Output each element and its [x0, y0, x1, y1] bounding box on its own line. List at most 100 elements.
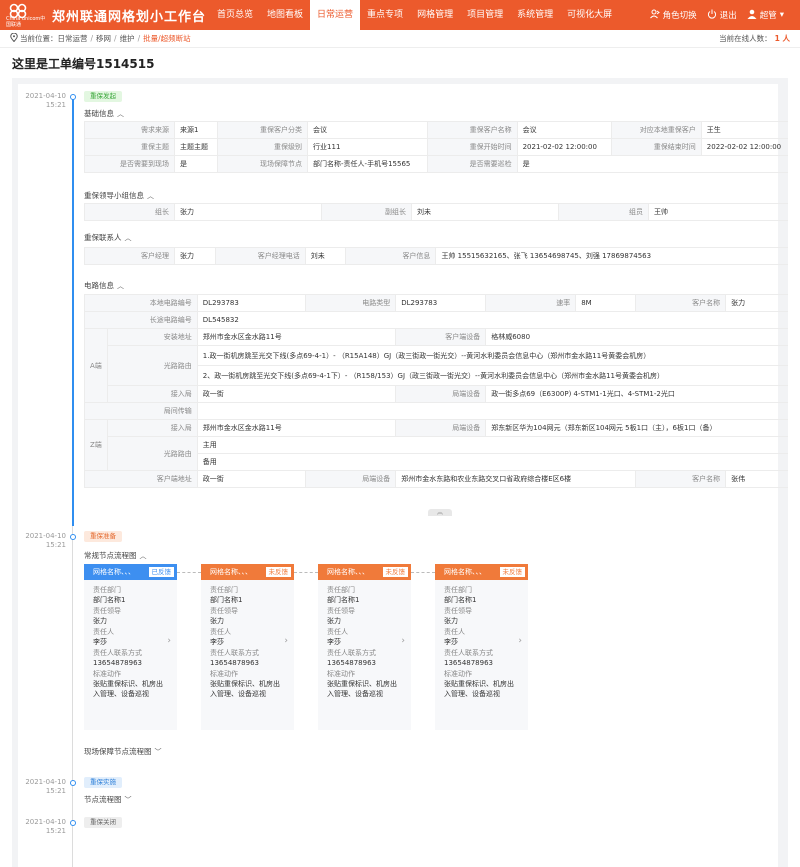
field-label: 客户经理电话 — [214, 247, 306, 265]
field-value: 张力 — [327, 617, 341, 625]
user-menu[interactable]: 超管 ▾ — [747, 9, 784, 22]
field-label: 重保客户名称 — [426, 121, 518, 139]
section-toggle-leader[interactable]: 重保领导小组信息 ︿ — [84, 190, 154, 201]
field-value: 刘未 — [304, 247, 347, 265]
nav-item[interactable]: 首页总览 — [210, 0, 260, 30]
nav-item[interactable]: 地图看板 — [260, 0, 310, 30]
field-label: 责任部门 — [444, 586, 472, 594]
nav-item[interactable]: 可视化大屏 — [560, 0, 619, 30]
logout-button[interactable]: 退出 — [707, 9, 737, 22]
flow-connector — [411, 572, 435, 573]
flow-card[interactable]: 网格名称、、、 未反馈 责任部门 部门名称1 责任领导 张力 责任人 李莎 责任人联系方式 136… — [318, 564, 435, 730]
section-toggle-circuit[interactable]: 电路信息 ︿ — [84, 280, 124, 291]
table-row: 本地电路编号 DL293783 电路类型 DL293783 速率 8M 客户名称 张力 — [84, 294, 788, 312]
field-label: 责任人 — [444, 628, 465, 636]
chevron-down-icon: ﹀ — [124, 795, 132, 804]
field-value: 来源1 — [173, 121, 219, 139]
field-label: 需求来源 — [84, 121, 175, 139]
field-label: 局端设备 — [305, 470, 397, 488]
field-label: 责任人联系方式 — [93, 649, 142, 657]
field-value: 部门名称1 — [93, 596, 126, 604]
top-bar: China unicom中国联通 郑州联通网格划小工作台 首页总览 地图看板 日常运… — [0, 0, 800, 30]
field-value: 格林威6080 — [485, 328, 788, 346]
field-value: 13654878963 — [93, 659, 142, 667]
nav-item[interactable]: 网格管理 — [410, 0, 460, 30]
nav-item[interactable]: 项目管理 — [460, 0, 510, 30]
flow-card-body: 责任部门 部门名称1 责任领导 张力 责任人 李莎 责任人联系方式 13654878963 标准… — [201, 580, 294, 703]
switch-role-label: 角色切换 — [662, 11, 697, 21]
breadcrumb-current: 批量/超频断站 — [143, 34, 191, 43]
timeline-line-active — [72, 98, 74, 526]
field-label: 重保级别 — [217, 138, 309, 156]
chevron-right-icon[interactable]: › — [401, 636, 405, 646]
flow-card[interactable]: 网格名称、、、 未反馈 责任部门 部门名称1 责任领导 张力 责任人 李莎 责任人联系方式 136… — [201, 564, 318, 730]
field-label: 是否需要巡检 — [426, 155, 518, 173]
breadcrumb-separator: / — [90, 34, 94, 43]
grid-name: 网格名称、、、 — [93, 568, 135, 576]
logo[interactable]: China unicom中国联通 郑州联通网格划小工作台 — [0, 0, 210, 30]
table-row: 接入局 政一街 局端设备 政一街多点69（E6300P) 4-STM1-1光口、4-… — [85, 385, 788, 403]
chevron-up-icon: ︿ — [147, 191, 154, 200]
work-order-card: 2021-04-10 15:21 重保发起 基础信息 ︿ 需求来源 来源1 重保客户分… — [18, 84, 788, 867]
top-right-actions: 角色切换 退出 超管 ▾ — [649, 0, 784, 30]
field-value: 是 — [516, 155, 788, 173]
chevron-right-icon[interactable]: › — [518, 636, 522, 646]
field-label: 标准动作 — [444, 670, 472, 678]
breadcrumb-item[interactable]: 移网 — [96, 33, 111, 44]
section-toggle-contacts[interactable]: 重保联系人 ︿ — [84, 232, 132, 243]
chevron-up-icon: ︿ — [139, 551, 147, 560]
online-users: 当前在线人数： 1 人 — [719, 30, 790, 48]
nav-item[interactable]: 系统管理 — [510, 0, 560, 30]
field-label: 光路路由 — [106, 345, 198, 386]
breadcrumb-item[interactable]: 维护 — [120, 33, 135, 44]
section-toggle-node-flow[interactable]: 节点流程图 ﹀ — [84, 794, 132, 805]
flow-card[interactable]: 网格名称、、、 未反馈 责任部门 部门名称1 责任领导 张力 责任人 李莎 责任人联系方式 136… — [435, 564, 528, 730]
field-value: 入管理、设备巡视 — [93, 690, 149, 698]
field-value: 入管理、设备巡视 — [444, 690, 500, 698]
flow-cards: 网格名称、、、 已反馈 责任部门 部门名称1 责任领导 张力 责任人 李莎 责任人联系方式 136… — [84, 564, 528, 730]
timeline-dot — [70, 820, 76, 826]
chevron-right-icon[interactable]: › — [284, 636, 288, 646]
section-title: 现场保障节点流程图 — [84, 747, 152, 756]
feedback-status-badge: 未反馈 — [382, 567, 408, 577]
field-label: 客户端设备 — [395, 328, 487, 346]
stage-tag: 重保发起 — [84, 91, 122, 102]
flow-card[interactable]: 网格名称、、、 已反馈 责任部门 部门名称1 责任领导 张力 责任人 李莎 责任人联系方式 136… — [84, 564, 201, 730]
field-label: 责任人联系方式 — [327, 649, 376, 657]
section-toggle-onsite[interactable]: 现场保障节点流程图 ﹀ — [84, 746, 162, 757]
table-row: 局间传输 — [84, 402, 788, 420]
section-toggle-flow[interactable]: 常规节点流程图 ︿ — [84, 550, 147, 561]
timeline-dot — [70, 534, 76, 540]
field-label: 局端设备 — [395, 385, 487, 403]
page-title: 这里是工单编号1514515 — [12, 57, 155, 71]
field-value: 会议 — [307, 121, 428, 139]
field-label: 重保开始时间 — [426, 138, 518, 156]
chevron-right-icon[interactable]: › — [167, 636, 171, 646]
nav-item[interactable]: 重点专项 — [360, 0, 410, 30]
circuit-table: 本地电路编号 DL293783 电路类型 DL293783 速率 8M 客户名称 张力 … — [84, 294, 788, 488]
breadcrumb-item[interactable]: 日常运营 — [58, 33, 88, 44]
field-label: 责任部门 — [327, 586, 355, 594]
location-icon — [10, 32, 18, 44]
flow-connector — [177, 572, 201, 573]
field-label: 客户端地址 — [84, 470, 198, 488]
field-label: 责任领导 — [444, 607, 472, 615]
field-value: 部门名称-责任人-手机号15565 — [307, 155, 428, 173]
field-label: 责任部门 — [210, 586, 238, 594]
field-value: 张力 — [725, 294, 788, 312]
table-row: 长途电路编号 DL545832 — [84, 311, 788, 329]
field-label: 速率 — [485, 294, 577, 312]
collapse-button[interactable]: ︽ — [428, 509, 452, 516]
chevron-down-icon: ﹀ — [154, 747, 162, 756]
nav-item[interactable]: 日常运营 — [310, 0, 361, 30]
field-value: 行业111 — [307, 138, 428, 156]
table-row: A端 安装地址 郑州市金水区金水路11号 客户端设备 格林威6080 — [84, 328, 788, 403]
field-value: 张力 — [444, 617, 458, 625]
field-value: 王帅 15515632165、张飞 13654698745、刘强 1786987… — [435, 247, 788, 265]
field-label: 局端设备 — [395, 419, 487, 437]
field-label: 对应本地重保客户 — [610, 121, 702, 139]
section-toggle-basic[interactable]: 基础信息 ︿ — [84, 108, 124, 119]
switch-role-button[interactable]: 角色切换 — [649, 9, 697, 22]
table-row: 需求来源 来源1 重保客户分类 会议 重保客户名称 会议 对应本地重保客户 王生 — [84, 121, 788, 139]
field-value: DL293783 — [395, 294, 487, 312]
